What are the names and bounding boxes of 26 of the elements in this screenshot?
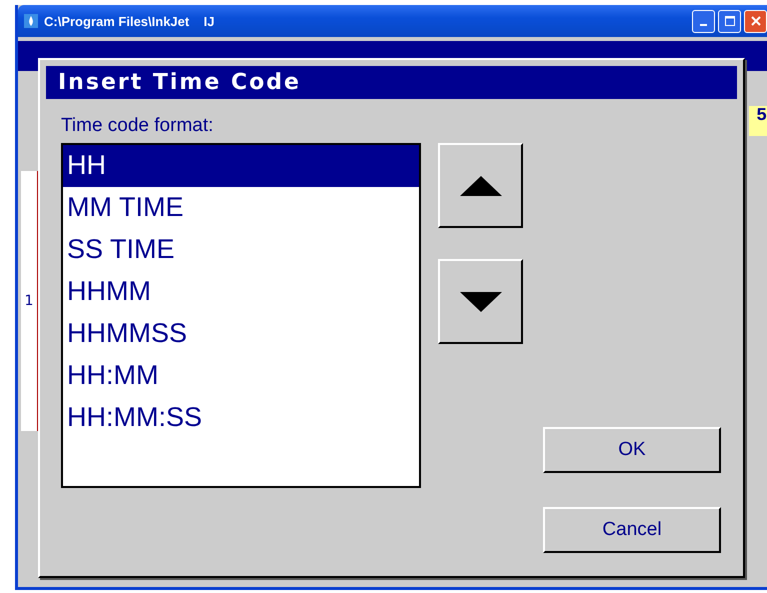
list-item[interactable]: SS TIME — [63, 229, 419, 271]
list-label: Time code format: — [61, 115, 214, 137]
close-icon — [750, 16, 760, 26]
counter-field: 5 — [749, 106, 767, 136]
list-item[interactable]: HH:MM:SS — [63, 397, 419, 439]
move-down-button[interactable] — [438, 259, 523, 344]
list-item[interactable]: HH — [63, 145, 419, 187]
format-list[interactable]: HH MM TIME SS TIME HHMM HHMMSS HH:MM HH:MM:SS — [61, 143, 421, 488]
move-up-button[interactable] — [438, 143, 523, 228]
list-item[interactable]: MM TIME — [63, 187, 419, 229]
ok-button[interactable]: OK — [543, 427, 721, 473]
down-arrow-icon — [460, 292, 502, 312]
up-arrow-icon — [460, 176, 502, 196]
row-number: 1 — [24, 293, 34, 309]
maximize-icon — [724, 16, 734, 26]
list-item[interactable]: HH:MM — [63, 355, 419, 397]
minimize-icon — [700, 24, 707, 26]
app-icon — [24, 14, 38, 28]
list-item[interactable]: HHMM — [63, 271, 419, 313]
window-title: C:\Program Files\InkJet IJ — [44, 14, 214, 28]
minimize-button[interactable] — [692, 10, 715, 32]
close-button[interactable] — [744, 10, 767, 32]
dialog-title: Insert Time Code — [46, 66, 737, 99]
list-item[interactable]: HHMMSS — [63, 313, 419, 355]
cancel-button[interactable]: Cancel — [543, 507, 721, 553]
maximize-button[interactable] — [718, 10, 741, 32]
